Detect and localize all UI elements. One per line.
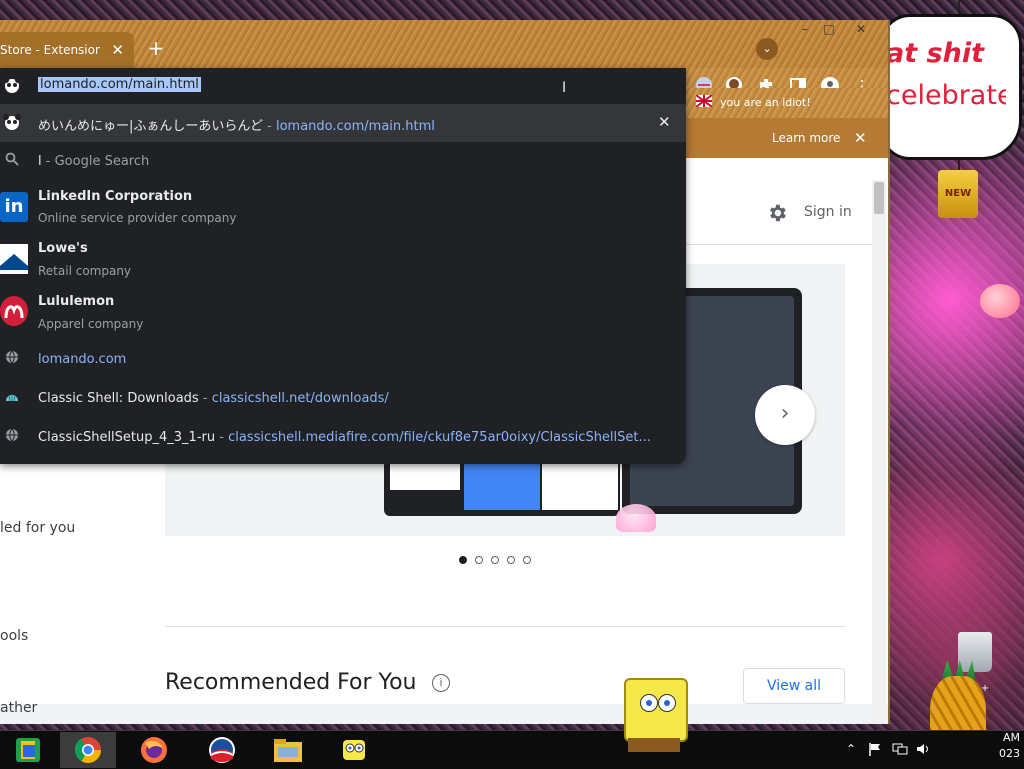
globe-icon (2, 350, 22, 370)
close-window-button[interactable]: ✕ (846, 20, 876, 38)
suggestion-title: LinkedIn Corporation (38, 189, 193, 204)
address-input[interactable]: lomando.com/main.html (38, 77, 201, 92)
system-clock[interactable]: AM 023 (986, 730, 1020, 762)
search-icon (2, 152, 22, 172)
bubble-text-line-1: at shit (886, 38, 984, 69)
info-bar: Learn more ✕ (686, 118, 888, 158)
tab-search-button[interactable]: ⌄ (756, 38, 778, 60)
suggestion-subtitle: Online service provider company (38, 211, 237, 225)
suggestion-text: ClassicShellSetup_4_3_1-ru - classicshel… (38, 430, 651, 445)
tab-store-extensions[interactable]: Store - Extensions ✕ (0, 32, 134, 68)
device-screen (542, 464, 618, 510)
lululemon-icon (0, 296, 28, 326)
sidebar-item-tools[interactable]: ools (0, 628, 28, 644)
sponge-eye (640, 694, 658, 712)
tab-close-icon[interactable]: ✕ (111, 41, 124, 59)
clock-time: AM (1002, 731, 1020, 744)
suggestion-title: Lowe's (38, 241, 88, 256)
settings-gear-icon[interactable] (766, 202, 788, 229)
scrollbar-thumb[interactable] (874, 182, 884, 214)
carousel-dot[interactable] (459, 556, 467, 564)
recycle-bin-icon[interactable] (958, 632, 992, 672)
tab-title: Store - Extensions (0, 43, 100, 57)
suggestion-title: Lululemon (38, 294, 115, 309)
suggestion-row[interactable]: Lowe's Retail company (0, 236, 686, 284)
suggestion-row[interactable]: l - Google Search (0, 144, 686, 180)
carousel-next-button[interactable]: › (755, 385, 815, 445)
device-screen (390, 464, 460, 490)
suggestion-subtitle: Apparel company (38, 317, 144, 331)
volume-icon[interactable] (916, 742, 932, 759)
carousel-dots (459, 556, 531, 564)
sidebar-item-weather[interactable]: ather (0, 700, 37, 716)
tray-expand-icon[interactable]: ⌃ (846, 742, 856, 756)
bubble-text-line-2: celebrate (886, 80, 1006, 111)
recommended-heading: Recommended For You (165, 670, 417, 695)
lowes-icon (0, 244, 28, 274)
page-scrollbar[interactable] (872, 180, 886, 724)
carousel-dot[interactable] (507, 556, 515, 564)
suggestion-row[interactable]: めいんめにゅー|ふぁんしーあいらんど - lomando.com/main.ht… (0, 104, 686, 142)
device-screen (464, 464, 540, 510)
remove-suggestion-icon[interactable]: ✕ (658, 113, 671, 131)
bookmark-you-are-an-idiot[interactable]: you are an idiot! (720, 96, 811, 109)
suggestion-row[interactable]: Classic Shell: Downloads - classicshell.… (0, 382, 686, 416)
chrome-icon (74, 737, 101, 763)
suggestion-subtitle: Retail company (38, 264, 132, 278)
sponge-character-sticker (624, 678, 688, 742)
suggestion-row[interactable]: in LinkedIn Corporation Online service p… (0, 184, 686, 232)
taskbar-app-firefox[interactable] (126, 732, 182, 768)
taskbar-app-obama[interactable] (194, 732, 250, 768)
carousel-dot[interactable] (491, 556, 499, 564)
jellyfish-sticker (616, 504, 656, 532)
sponge-pants (628, 738, 680, 752)
media-center-icon (16, 738, 40, 762)
carousel-dot[interactable] (523, 556, 531, 564)
taskbar-app-bonzi[interactable] (326, 732, 382, 768)
suggestion-row[interactable]: Lululemon Apparel company (0, 288, 686, 336)
text-cursor-icon: I (562, 80, 567, 96)
suggestion-text: めいんめにゅー|ふぁんしーあいらんど - lomando.com/main.ht… (38, 119, 435, 134)
new-tag-sticker: NEW (938, 170, 978, 218)
obama-logo-icon (209, 737, 235, 763)
linkedin-icon: in (0, 192, 28, 222)
bookmarks-bar: you are an idiot! (686, 88, 888, 118)
omnibox-dropdown: lomando.com/main.html I めいんめにゅー|ふぁんしーあいら… (0, 68, 686, 464)
suggestion-text: lomando.com (38, 352, 127, 367)
flag-icon (695, 94, 713, 110)
learn-more-link[interactable]: Learn more (772, 131, 840, 145)
new-tab-button[interactable]: + (146, 36, 166, 60)
shell-icon (2, 389, 22, 409)
firefox-icon (141, 737, 167, 763)
view-all-button[interactable]: View all (743, 668, 845, 704)
infobar-close-icon[interactable]: ✕ (854, 129, 867, 147)
sign-in-link[interactable]: Sign in (804, 204, 852, 220)
suggestion-row[interactable]: lomando.com (0, 344, 686, 376)
site-favicon-icon (2, 113, 22, 133)
address-bar[interactable]: lomando.com/main.html I (0, 68, 686, 104)
network-icon[interactable] (892, 742, 908, 759)
sponge-eye (658, 694, 676, 712)
taskbar-app-file-explorer[interactable] (260, 732, 316, 768)
section-divider (165, 626, 845, 627)
taskbar-app-chrome[interactable] (60, 732, 116, 768)
clock-date: 023 (999, 747, 1020, 760)
folder-icon (274, 739, 302, 762)
carousel-dot[interactable] (475, 556, 483, 564)
sidebar-item-recommended[interactable]: led for you (0, 520, 75, 536)
jellyfish-sticker (980, 284, 1020, 318)
maximize-button[interactable]: □ (814, 20, 844, 38)
suggestion-text: Classic Shell: Downloads - classicshell.… (38, 391, 389, 406)
cartoon-app-icon (343, 740, 365, 760)
suggestion-text: l - Google Search (38, 154, 150, 169)
suggestion-row[interactable]: ClassicShellSetup_4_3_1-ru - classicshel… (0, 420, 686, 454)
site-favicon-icon (2, 76, 22, 96)
action-center-flag-icon[interactable] (868, 742, 882, 759)
taskbar-app-media-center[interactable] (0, 732, 56, 768)
info-icon[interactable]: i (432, 674, 450, 692)
globe-icon (2, 428, 22, 448)
